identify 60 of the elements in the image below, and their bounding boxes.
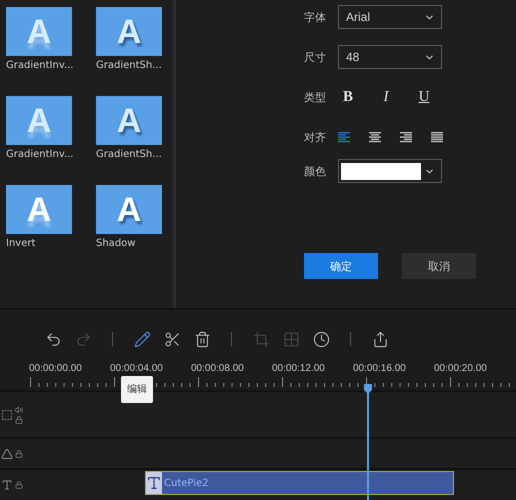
undo-icon	[44, 330, 62, 348]
playhead[interactable]	[366, 384, 369, 500]
time-label: 00:00:04.00	[110, 362, 164, 374]
text-clip[interactable]: CutePie2	[145, 471, 454, 495]
confirm-button[interactable]: 确定	[304, 253, 378, 279]
text-icon	[146, 475, 162, 491]
font-label: 字体	[304, 10, 327, 24]
grid-icon	[282, 330, 300, 348]
align-justify-button[interactable]	[431, 132, 443, 142]
style-label: 类型	[304, 90, 327, 104]
effect-label: GradientSh...	[96, 149, 163, 160]
pencil-icon	[134, 330, 150, 348]
effect-label: GradientInv...	[6, 60, 74, 71]
lock-icon[interactable]	[15, 416, 23, 424]
lock-icon[interactable]	[15, 481, 23, 489]
effect-label: Invert	[6, 238, 36, 249]
effect-label: GradientInv...	[6, 149, 74, 160]
volume-icon[interactable]	[15, 406, 23, 414]
effect-label: GradientSh...	[96, 60, 163, 71]
time-label: 00:00:12.00	[272, 362, 326, 374]
align-center-button[interactable]	[369, 132, 381, 142]
align-right-icon	[400, 132, 412, 142]
cancel-button[interactable]: 取消	[402, 253, 476, 279]
effect-thumbnail[interactable]: A	[96, 185, 162, 234]
size-dropdown[interactable]: 48	[338, 45, 442, 69]
underline-button[interactable]: U	[414, 88, 434, 106]
time-label: 00:00:08.00	[191, 362, 245, 374]
redo-icon	[74, 330, 92, 348]
share-icon	[372, 330, 388, 348]
time-label: 00:00:00.00	[29, 362, 83, 374]
align-label: 对齐	[304, 130, 327, 144]
bold-button[interactable]: B	[338, 88, 358, 106]
tooltip: 编辑	[121, 376, 153, 403]
clock-icon	[312, 330, 330, 348]
effect-thumbnail[interactable]: A	[6, 7, 72, 56]
time-label: 00:00:16.00	[353, 362, 407, 374]
lock-icon[interactable]	[15, 450, 23, 458]
text-track-icon	[1, 479, 13, 491]
effect-thumbnail[interactable]: A	[96, 96, 162, 145]
scissors-icon	[164, 330, 180, 348]
color-dropdown[interactable]	[338, 159, 442, 183]
align-left-button[interactable]	[338, 132, 350, 142]
crop-icon	[252, 330, 270, 348]
align-right-button[interactable]	[400, 132, 412, 142]
trash-icon	[194, 330, 210, 348]
size-label: 尺寸	[304, 50, 327, 64]
effect-label: Shadow	[96, 238, 136, 249]
effect-thumbnail[interactable]: A	[96, 7, 162, 56]
align-center-icon	[369, 132, 381, 142]
align-justify-icon	[431, 132, 443, 142]
align-left-icon	[338, 132, 350, 142]
time-label: 00:00:20.00	[434, 362, 488, 374]
clip-label: CutePie2	[164, 478, 208, 488]
effect-thumbnail[interactable]: A	[6, 185, 72, 234]
effect-thumbnail[interactable]: A	[6, 96, 72, 145]
triangle-icon	[1, 448, 13, 460]
font-dropdown[interactable]: Arial	[338, 5, 442, 29]
color-label: 颜色	[304, 164, 327, 178]
video-track-icon	[1, 408, 13, 420]
italic-button[interactable]: I	[376, 88, 396, 106]
